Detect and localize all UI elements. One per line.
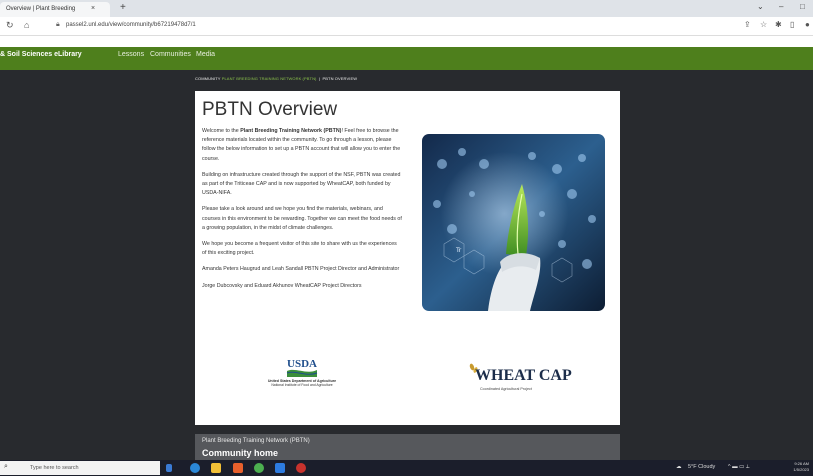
nav-link-media[interactable]: Media bbox=[196, 51, 215, 58]
breadcrumb-prefix: COMMUNITY bbox=[195, 76, 221, 81]
welcome-text-start: Welcome to the bbox=[202, 128, 241, 134]
wheatcap-logo[interactable]: WHEAT CAP Coordinated Agricultural Proje… bbox=[467, 363, 572, 397]
mail-icon[interactable] bbox=[275, 463, 285, 473]
tray-icons[interactable]: ^ ▬ ▭ ⟂ bbox=[728, 464, 750, 471]
usda-nifa-logo[interactable]: USDA United States Department of Agricul… bbox=[247, 356, 357, 401]
welcome-paragraph: Welcome to the Plant Breeding Training N… bbox=[202, 127, 402, 164]
community-panel-subtitle: Plant Breeding Training Network (PBTN) bbox=[202, 438, 310, 444]
browser-toolbar: ↻ ⌂ 🔒︎ passel2.unl.edu/view/community/b6… bbox=[0, 17, 813, 36]
svg-text:USDA: USDA bbox=[287, 358, 317, 370]
wheatcap-title: WHEAT CAP bbox=[475, 367, 572, 384]
taskbar-search-box[interactable]: ⌕ Type here to search bbox=[0, 461, 160, 475]
community-home-heading[interactable]: Community home bbox=[202, 448, 278, 458]
search-icon: ⌕ bbox=[4, 463, 8, 470]
pbtn-directors: Amanda Peters Haugrud and Leah Sandall P… bbox=[202, 266, 400, 273]
maximize-icon[interactable]: □ bbox=[800, 2, 805, 11]
new-tab-button[interactable]: + bbox=[120, 2, 126, 13]
pbtn-name: Plant Breeding Training Network (PBTN) bbox=[240, 128, 342, 134]
weather-text[interactable]: 5°F Cloudy bbox=[688, 464, 715, 470]
breadcrumb-current: PBTN OVERVIEW bbox=[322, 76, 358, 81]
clock-date: 1/5/2023 bbox=[793, 467, 809, 472]
bookmark-star-icon[interactable]: ☆ bbox=[760, 20, 767, 29]
edge-icon[interactable] bbox=[190, 463, 200, 473]
profile-icon[interactable]: ● bbox=[805, 20, 810, 29]
lock-icon[interactable]: 🔒︎ bbox=[56, 21, 60, 29]
weather-icon[interactable]: ☁ bbox=[676, 464, 682, 470]
os-taskbar: ⌕ Type here to search ☁ 5°F Cloudy ^ ▬ ▭… bbox=[0, 460, 813, 476]
visitor-paragraph: We hope you become a frequent visitor of… bbox=[202, 241, 397, 257]
page-title: PBTN Overview bbox=[202, 99, 338, 120]
site-brand[interactable]: & Soil Sciences eLibrary bbox=[0, 51, 82, 58]
app-icon[interactable] bbox=[296, 463, 306, 473]
breadcrumb-separator: | bbox=[318, 76, 321, 81]
office-icon[interactable] bbox=[233, 463, 243, 473]
browser-tab-strip: Overview | Plant Breeding × + ⌄ – □ bbox=[0, 0, 813, 17]
site-nav-bar: & Soil Sciences eLibrary Lessons Communi… bbox=[0, 47, 813, 70]
wheatcap-subtitle: Coordinated Agricultural Project bbox=[480, 387, 532, 391]
task-view-icon[interactable] bbox=[166, 464, 172, 472]
address-bar[interactable]: passel2.unl.edu/view/community/b67219478… bbox=[66, 22, 196, 28]
sidepanel-icon[interactable]: ▯ bbox=[790, 20, 794, 29]
taskbar-search-placeholder: Type here to search bbox=[30, 465, 79, 471]
overview-text: Welcome to the Plant Breeding Training N… bbox=[202, 127, 402, 298]
nav-link-communities[interactable]: Communities bbox=[150, 51, 191, 58]
nav-link-lessons[interactable]: Lessons bbox=[118, 51, 144, 58]
breadcrumb-community-link[interactable]: PLANT BREEDING TRAINING NETWORK (PBTN) bbox=[222, 76, 317, 81]
usda-mark-icon: USDA bbox=[286, 358, 318, 377]
share-icon[interactable]: ⇪ bbox=[744, 20, 751, 29]
lab-seedling-photo: Tr bbox=[422, 134, 605, 311]
infrastructure-paragraph: Building on infrastructure created throu… bbox=[202, 171, 401, 197]
community-home-panel: Plant Breeding Training Network (PBTN) C… bbox=[195, 434, 620, 460]
svg-text:Tr: Tr bbox=[455, 247, 462, 254]
tab-close-icon[interactable]: × bbox=[91, 5, 95, 12]
chrome-icon[interactable] bbox=[254, 463, 264, 473]
overview-card: PBTN Overview Welcome to the Plant Breed… bbox=[195, 91, 620, 425]
tab-title: Overview | Plant Breeding bbox=[6, 6, 76, 12]
back-icon[interactable]: ↻ bbox=[6, 20, 14, 31]
minimize-icon[interactable]: – bbox=[779, 2, 783, 11]
breadcrumb: COMMUNITY PLANT BREEDING TRAINING NETWOR… bbox=[195, 76, 357, 81]
tab-search-icon[interactable]: ⌄ bbox=[757, 2, 764, 11]
invitation-paragraph: Please take a look around and we hope yo… bbox=[202, 206, 402, 231]
extensions-icon[interactable]: ✱ bbox=[775, 20, 782, 29]
wheatcap-directors: Jorge Dubcovsky and Eduard Akhunov Wheat… bbox=[202, 282, 362, 289]
home-icon[interactable]: ⌂ bbox=[24, 20, 29, 30]
browser-tab[interactable]: Overview | Plant Breeding × bbox=[0, 2, 110, 17]
page-body: COMMUNITY PLANT BREEDING TRAINING NETWOR… bbox=[0, 70, 813, 460]
nifa-agency-name: National Institute of Food and Agricultu… bbox=[271, 383, 333, 387]
system-clock[interactable]: 9:26 AM 1/5/2023 bbox=[781, 461, 809, 473]
file-explorer-icon[interactable] bbox=[211, 463, 221, 473]
